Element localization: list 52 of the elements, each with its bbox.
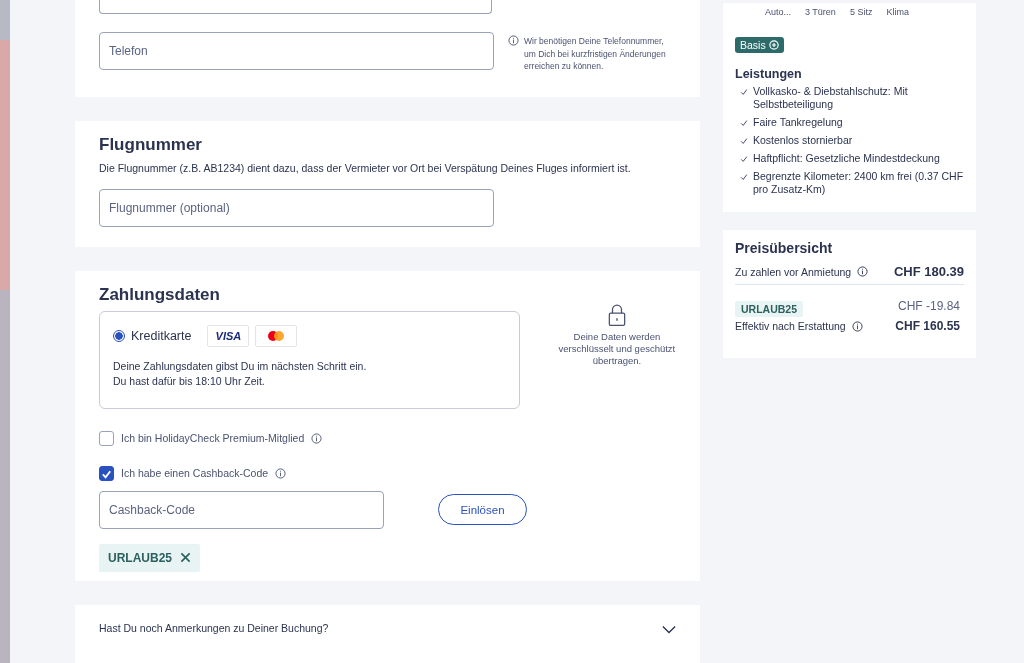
checkbox-label: Ich habe einen Cashback-Code [121,467,269,480]
cashback-code-field[interactable]: Cashback-Code [99,490,384,529]
discount-amount: CHF -19.84 [897,299,960,313]
checkbox[interactable] [99,465,114,481]
price-label: Effektiv nach Erstattung [735,320,846,332]
security-note: Deine Daten werden verschlüsselt und geschützt übertragen. [557,330,676,367]
service-item: Begrenzte Kilometer: 2400 km frei (0.37 CHF pro Zusatz-Km) [753,170,965,196]
discount-code-tag: URLAUB25 [735,301,803,317]
price-amount: CHF 160.55 [895,319,960,333]
phone-field[interactable]: Telefon [99,32,494,70]
info-icon [311,432,323,444]
car-feature: Klima [886,7,909,17]
checkbox-label: Ich bin HolidayCheck Premium-Mitglied [121,432,305,445]
flight-number-field[interactable]: Flugnummer (optional) [99,188,494,227]
payment-method-label: Kreditkarte [131,328,192,343]
section-title: Flugnummer [99,134,203,155]
check-icon [740,119,748,127]
price-label: Zu zahlen vor Anmietung [735,265,852,278]
mastercard-icon [266,329,287,342]
check-icon [740,173,748,181]
info-icon [851,320,863,332]
payment-note: Deine Zahlungsdaten gibst Du im nächsten Schritt ein. [113,358,368,374]
check-icon [740,137,748,145]
info-icon [508,35,519,46]
applied-code: URLAUB25 [108,550,172,565]
checkbox[interactable] [99,430,114,446]
phone-hint: Wir benötigen Deine Telefonnummer, um Dich bei kurzfristigen Änderungen erreichen zu können. [524,35,667,73]
service-item: Faire Tankregelung [753,116,843,129]
section-title: Zahlungsdaten [99,284,221,305]
flight-description: Die Flugnummer (z.B. AB1234) dient dazu, dass der Vermieter vor Ort bei Verspätung Deines Fluges informiert ist. [99,160,632,176]
service-item: Vollkasko- & Diebstahlschutz: Mit Selbstbeteiligung [753,85,909,111]
price-title: Preisübersicht [735,240,834,256]
radio-button[interactable] [113,329,125,342]
car-feature: 5 Sitz [849,7,873,17]
payment-note: Du hast dafür bis 18:10 Uhr Zeit. [113,374,266,390]
remarks-label: Hast Du noch Anmerkungen zu Deiner Buchung? [99,621,329,636]
visa-logo: VISA [207,324,250,347]
lock-icon [607,302,626,327]
service-item: Kostenlos stornierbar [753,134,853,147]
tariff-badge: Basis [735,37,784,53]
info-icon [275,467,287,479]
redeem-button[interactable]: Einlösen [438,494,527,526]
car-feature: Auto... [765,7,791,17]
services-title: Leistungen [735,67,803,81]
check-icon [740,155,748,163]
check-icon [740,88,748,96]
price-amount: CHF 180.39 [893,264,964,279]
info-icon [857,266,869,277]
car-feature: 3 Türen [805,7,836,17]
chevron-icon[interactable] [662,624,676,634]
remove-icon[interactable] [180,552,191,564]
service-item: Haftpflicht: Gesetzliche Mindestdeckung [753,152,940,165]
